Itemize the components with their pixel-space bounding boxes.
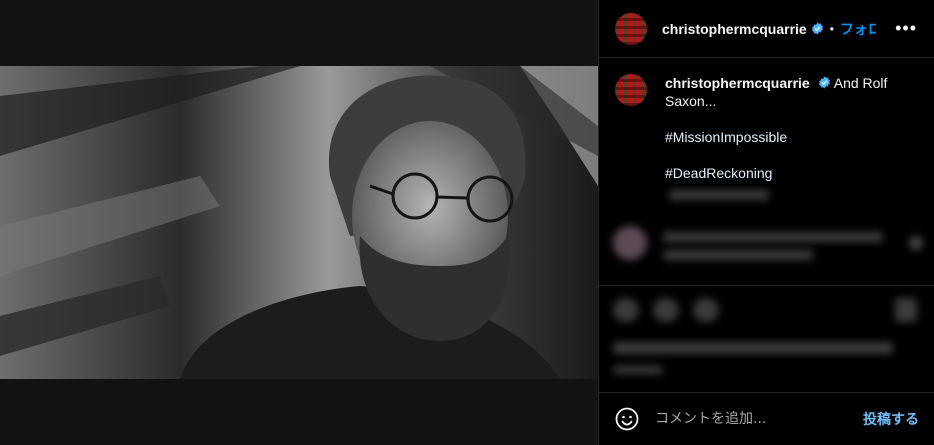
- verified-badge-icon: [818, 76, 830, 89]
- verified-badge-icon: [811, 22, 823, 35]
- author-avatar[interactable]: [615, 12, 647, 45]
- blurred-action-bar: [613, 296, 923, 326]
- more-options-icon[interactable]: •••: [895, 19, 917, 37]
- caption-body: christophermcquarrie And Rolf Saxon... #…: [665, 74, 919, 182]
- blurred-likes: [613, 340, 923, 380]
- post-header: christophermcquarrie • フォロー •••: [599, 0, 934, 58]
- follow-button[interactable]: フォロー: [840, 19, 876, 39]
- emoji-smile-icon[interactable]: [615, 407, 639, 431]
- actions-divider: [599, 285, 934, 286]
- author-username[interactable]: christophermcquarrie: [662, 21, 807, 37]
- caption: christophermcquarrie And Rolf Saxon... #…: [599, 58, 934, 182]
- media-panel: [0, 0, 598, 445]
- hashtag-link[interactable]: #DeadReckoning: [665, 164, 919, 182]
- post-comment-button[interactable]: 投稿する: [863, 409, 919, 429]
- blurred-comment: [613, 226, 923, 266]
- photo-illustration: [0, 66, 598, 379]
- hashtag-link[interactable]: #MissionImpossible: [665, 128, 919, 146]
- caption-username[interactable]: christophermcquarrie: [665, 75, 810, 91]
- post-photo[interactable]: [0, 66, 598, 379]
- post-details-panel: christophermcquarrie • フォロー ••• christop…: [598, 0, 934, 445]
- comment-bar: 投稿する: [599, 392, 934, 445]
- caption-author-avatar[interactable]: [615, 74, 647, 106]
- header-separator: •: [829, 21, 834, 36]
- comment-input[interactable]: [655, 411, 845, 427]
- blurred-timestamp: [669, 190, 779, 200]
